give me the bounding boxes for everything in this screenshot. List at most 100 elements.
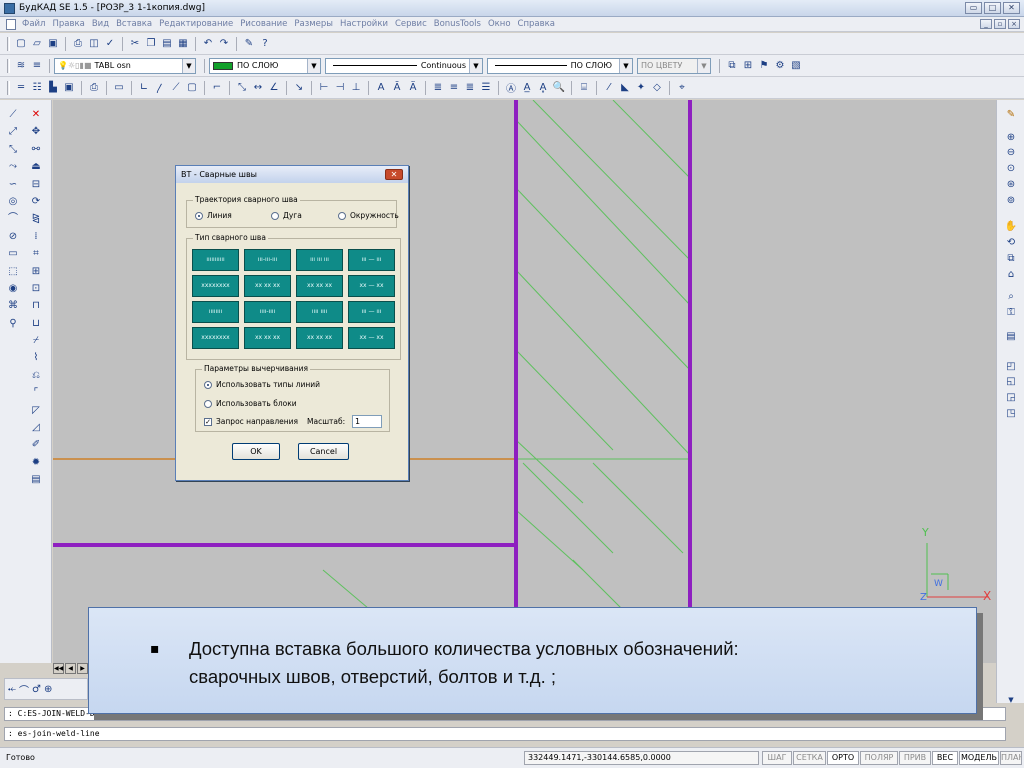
chevron-down-icon[interactable]: ▼ — [469, 58, 482, 73]
text-box-icon[interactable]: Ⓐ — [504, 81, 518, 95]
next-tab-icon[interactable]: ▶ — [77, 663, 88, 674]
align-center-icon[interactable]: ≡ — [447, 81, 461, 95]
flame-icon[interactable]: ✹ — [29, 456, 43, 470]
printer-icon[interactable]: ⎙ — [87, 81, 101, 95]
undo-icon[interactable]: ↶ — [201, 37, 215, 51]
corner-cut-icon[interactable]: ⌜ — [29, 386, 43, 400]
draw-circle-icon[interactable]: ◎ — [6, 195, 20, 209]
print-icon[interactable]: ⎙ — [71, 37, 85, 51]
menu-tools[interactable]: Сервис — [395, 19, 427, 29]
draw-region-icon[interactable]: ⬚ — [6, 265, 20, 279]
model-toggle[interactable]: МОДЕЛЬ — [959, 751, 999, 765]
below-icon[interactable]: ◳ — [1004, 407, 1018, 421]
zoom-window-icon[interactable]: ⊙ — [1004, 162, 1018, 176]
send-back-icon[interactable]: ◱ — [1004, 375, 1018, 389]
move-icon[interactable]: ✥ — [29, 125, 43, 139]
chevron-down-icon[interactable]: ▼ — [307, 58, 320, 73]
text-edit-icon[interactable]: Ä — [406, 81, 420, 95]
radio-button[interactable] — [204, 399, 212, 408]
paint-icon[interactable]: ✐ — [29, 438, 43, 452]
text-underline-icon[interactable]: A̲ — [520, 81, 534, 95]
group-icon[interactable]: ⚙ — [773, 59, 787, 73]
radio-button[interactable] — [204, 380, 212, 389]
shape-icon[interactable]: ◸ — [29, 404, 43, 418]
first-tab-icon[interactable]: ◀◀ — [53, 663, 64, 674]
draw-spline-icon[interactable]: ∽ — [6, 178, 20, 192]
view-icon[interactable]: ⌂ — [1004, 268, 1018, 282]
layout-icon[interactable]: ▙ — [46, 81, 60, 95]
draw-ray-icon[interactable]: ⤡ — [6, 143, 20, 157]
linetype-combo[interactable]: Continuous ▼ — [325, 57, 483, 74]
mtext-icon[interactable]: Ā — [390, 81, 404, 95]
divide-icon[interactable]: ⌇ — [29, 351, 43, 365]
weld-type-button[interactable]: ıııııııı — [192, 301, 239, 323]
cut-icon[interactable]: ✂ — [128, 37, 142, 51]
offset-icon[interactable]: ⏏ — [29, 160, 43, 174]
leader-icon[interactable]: ↘ — [292, 81, 306, 95]
draw-line-icon[interactable]: ⟋ — [6, 108, 20, 122]
menu-view[interactable]: Вид — [92, 19, 109, 29]
polyline-icon[interactable]: 〳 — [153, 81, 167, 95]
radio-line[interactable]: Линия — [195, 211, 232, 220]
lock-icon[interactable]: ⚿ — [1004, 306, 1018, 320]
radio-circle[interactable]: Окружность — [338, 211, 399, 220]
chevron-down-icon[interactable]: ▼ — [182, 58, 195, 73]
weld-type-button[interactable]: ıııı ıııı — [296, 301, 343, 323]
snap-toggle[interactable]: ШАГ — [762, 751, 792, 765]
weld-type-button[interactable]: ııı ııı ııı — [296, 249, 343, 271]
insert-block-icon[interactable]: ⊞ — [741, 59, 755, 73]
hatch-icon[interactable]: ▧ — [789, 59, 803, 73]
frame-icon[interactable]: ▣ — [62, 81, 76, 95]
text-icon[interactable]: A — [374, 81, 388, 95]
block-icon[interactable]: ⧉ — [725, 59, 739, 73]
close-button[interactable]: ✕ — [1003, 2, 1020, 14]
chevron-down-icon[interactable]: ▼ — [619, 58, 632, 73]
explode-icon[interactable]: ⌿ — [29, 334, 43, 348]
draw-arc-icon[interactable]: ⌒ — [6, 212, 20, 226]
table-icon[interactable]: ☷ — [30, 81, 44, 95]
menu-file[interactable]: Файл — [22, 19, 45, 29]
draw-xline-icon[interactable]: ⤢ — [6, 125, 20, 139]
command-input[interactable]: : es-join-weld-line — [4, 727, 1006, 741]
point-icon[interactable]: ✦ — [634, 81, 648, 95]
corner-icon[interactable]: ⌐ — [210, 81, 224, 95]
print-preview-icon[interactable]: ◫ — [87, 37, 101, 51]
menu-help[interactable]: Справка — [518, 19, 555, 29]
menu-dimension[interactable]: Размеры — [294, 19, 333, 29]
radio-arc[interactable]: Дуга — [271, 211, 302, 220]
zoom-previous-icon[interactable]: ⊚ — [1004, 194, 1018, 208]
polar-toggle[interactable]: ПОЛЯР — [860, 751, 898, 765]
ortho-toggle[interactable]: ОРТО — [827, 751, 859, 765]
spellcheck-icon[interactable]: ✓ — [103, 37, 117, 51]
align-left-icon[interactable]: ≣ — [431, 81, 445, 95]
cancel-button[interactable]: Cancel — [298, 443, 349, 460]
scroll-down-icon[interactable]: ▼ — [1004, 693, 1018, 707]
draw-rect-icon[interactable]: ▭ — [6, 247, 20, 261]
match-properties-icon[interactable]: ▦ — [176, 37, 190, 51]
draw-block-icon[interactable]: ⌘ — [6, 299, 20, 313]
break-icon[interactable]: ⊡ — [29, 282, 43, 296]
draw-insert-icon[interactable]: ⚲ — [6, 317, 20, 331]
align-right-icon[interactable]: ≣ — [463, 81, 477, 95]
doc-restore-button[interactable]: ▫ — [994, 19, 1006, 29]
erase-icon[interactable]: ✕ — [29, 108, 43, 122]
weld-type-button[interactable]: xxxxxxxx — [192, 275, 239, 297]
level-icon[interactable]: ⌖ — [675, 81, 689, 95]
help-icon[interactable]: ? — [258, 37, 272, 51]
zoom-in-icon[interactable]: ⊕ — [1004, 131, 1018, 145]
draw-ellipse-icon[interactable]: ⊘ — [6, 230, 20, 244]
radio-button[interactable] — [271, 211, 279, 220]
copy-icon[interactable]: ❐ — [144, 37, 158, 51]
center-icon[interactable]: ◇ — [650, 81, 664, 95]
snap-tracking-icon[interactable]: ⤝ — [8, 684, 16, 695]
weld-type-button[interactable]: ııı — ııı — [348, 301, 395, 323]
draw-hatch-icon[interactable]: ◉ — [6, 282, 20, 296]
angle-icon[interactable]: ∟ — [137, 81, 151, 95]
mirror-icon[interactable]: ⧎ — [29, 212, 43, 226]
new-file-icon[interactable]: ▢ — [14, 37, 28, 51]
weld-type-button[interactable]: ııııııııııı — [192, 249, 239, 271]
orbit-icon[interactable]: ⟲ — [1004, 236, 1018, 250]
zoom-all-icon[interactable]: ⊛ — [1004, 178, 1018, 192]
checkbox-ask-direction[interactable]: ✓ Запрос направления — [204, 417, 298, 426]
weld-type-button[interactable]: ıııı-ıııı — [244, 301, 291, 323]
